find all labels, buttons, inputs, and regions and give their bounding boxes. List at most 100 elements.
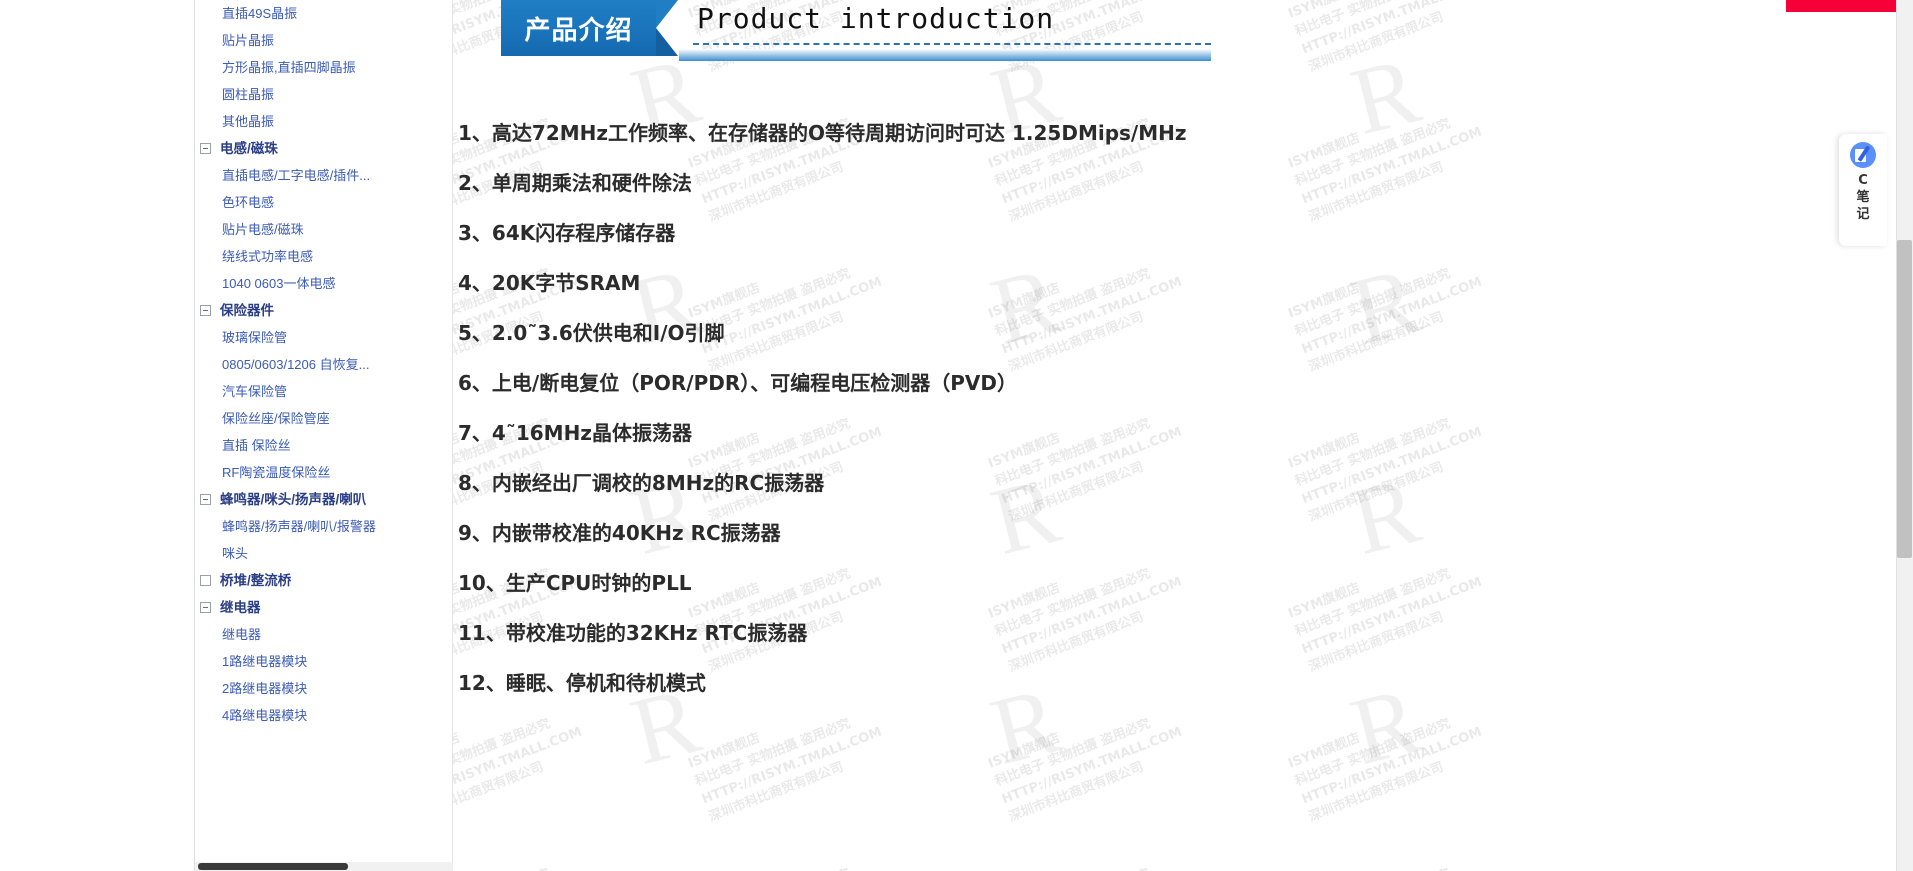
product-introduction-panel: ISYM旗舰店科比电子 实物拍摄 盗用必究HTTP://RISYM.TMALL.…: [453, 0, 1508, 871]
watermark-text: ISYM旗舰店科比电子 实物拍摄 盗用必究HTTP://RISYM.TMALL.…: [686, 838, 892, 871]
sidebar-item-8[interactable]: 贴片电感/磁珠: [195, 216, 452, 243]
collapse-toggle-icon[interactable]: [200, 602, 211, 613]
sidebar-item-label: 继电器: [222, 627, 262, 642]
sidebar-item-label: 桥堆/整流桥: [220, 573, 292, 588]
feature-item: 1、高达72MHz工作频率、在存储器的O等待周期访问时可达 1.25DMips/…: [458, 121, 1187, 145]
note-label-line1: C: [1858, 173, 1868, 188]
sidebar-item-label: 蜂鸣器/扬声器/喇叭/报警器: [222, 519, 376, 534]
sidebar-item-13[interactable]: 0805/0603/1206 自恢复...: [195, 351, 452, 378]
watermark-text: ISYM旗舰店科比电子 实物拍摄 盗用必究HTTP://RISYM.TMALL.…: [1286, 716, 1484, 825]
sidebar-item-14[interactable]: 汽车保险管: [195, 378, 452, 405]
sidebar-item-label: 1040 0603一体电感: [222, 276, 336, 291]
sidebar-item-label: 其他晶振: [222, 114, 275, 129]
sidebar-item-label: 保险器件: [220, 303, 274, 318]
sidebar-item-label: 直插 保险丝: [222, 438, 291, 453]
sidebar-item-12[interactable]: 玻璃保险管: [195, 324, 452, 351]
sidebar-item-26[interactable]: 4路继电器模块: [195, 702, 452, 729]
sidebar-hscroll-thumb[interactable]: [198, 863, 348, 870]
left-empty-area: [0, 0, 194, 871]
feature-item: 8、内嵌经出厂调校的8MHz的RC振荡器: [458, 471, 825, 495]
sidebar-group-18[interactable]: 蜂鸣器/咪头/扬声器/喇叭: [195, 486, 452, 513]
sidebar-item-label: 方形晶振,直插四脚晶振: [222, 60, 356, 75]
sidebar-item-1[interactable]: 贴片晶振: [195, 27, 452, 54]
watermark-text: ISYM旗舰店科比电子 实物拍摄 盗用必究HTTP://RISYM.TMALL.…: [453, 838, 592, 871]
sidebar-item-24[interactable]: 1路继电器模块: [195, 648, 452, 675]
sidebar-item-label: 保险丝座/保险管座: [222, 411, 330, 426]
sidebar-item-label: 色环电感: [222, 195, 275, 210]
sidebar-item-label: RF陶瓷温度保险丝: [222, 465, 331, 480]
collapse-toggle-icon[interactable]: [200, 305, 211, 316]
feature-item: 3、64K闪存程序储存器: [458, 221, 676, 245]
banner-title-cn: 产品介绍: [524, 15, 633, 46]
page-vertical-scrollbar[interactable]: [1896, 0, 1913, 871]
banner-gradient-bar: [679, 49, 1211, 61]
sidebar-item-9[interactable]: 绕线式功率电感: [195, 243, 452, 270]
sidebar-item-15[interactable]: 保险丝座/保险管座: [195, 405, 452, 432]
banner-dashed-rule: [693, 43, 1211, 45]
sidebar-horizontal-scrollbar[interactable]: [195, 862, 453, 871]
feature-list: 1、高达72MHz工作频率、在存储器的O等待周期访问时可达 1.25DMips/…: [453, 108, 1508, 708]
section-banner: 产品介绍 Product introduction: [501, 0, 1211, 66]
feature-item: 12、睡眠、停机和待机模式: [458, 671, 706, 695]
feature-item: 7、4˜16MHz晶体振荡器: [458, 421, 692, 445]
sidebar-item-label: 玻璃保险管: [222, 330, 288, 345]
sidebar-item-label: 绕线式功率电感: [222, 249, 314, 264]
sidebar-item-4[interactable]: 其他晶振: [195, 108, 452, 135]
right-empty-area: [1508, 0, 1913, 871]
note-label-line2: 笔: [1856, 190, 1870, 205]
feature-item: 4、20K字节SRAM: [458, 271, 641, 295]
top-red-accent-bar: [1786, 0, 1913, 12]
banner-blue-block: 产品介绍: [501, 0, 656, 56]
watermark-text: ISYM旗舰店科比电子 实物拍摄 盗用必究HTTP://RISYM.TMALL.…: [986, 716, 1184, 825]
feature-item: 9、内嵌带校准的40KHz RC振荡器: [458, 521, 781, 545]
note-label: C 笔 记: [1856, 172, 1869, 223]
feature-item: 2、单周期乘法和硬件除法: [458, 171, 692, 195]
sidebar-group-21[interactable]: 桥堆/整流桥: [195, 567, 452, 594]
sidebar-item-6[interactable]: 直插电感/工字电感/插件...: [195, 162, 452, 189]
watermark-text: ISYM旗舰店科比电子 实物拍摄 盗用必究HTTP://RISYM.TMALL.…: [453, 716, 584, 825]
feature-item: 6、上电/断电复位（POR/PDR）、可编程电压检测器（PVD）: [458, 371, 1017, 395]
sidebar-item-label: 电感/磁珠: [220, 141, 278, 156]
sidebar-item-label: 圆柱晶振: [222, 87, 275, 102]
watermark-text: ISYM旗舰店科比电子 实物拍摄 盗用必究HTTP://RISYM.TMALL.…: [1286, 838, 1492, 871]
note-label-line3: 记: [1856, 207, 1870, 222]
banner-arrow-shape: [656, 0, 678, 56]
expand-toggle-icon[interactable]: [200, 575, 211, 586]
sidebar-item-19[interactable]: 蜂鸣器/扬声器/喇叭/报警器: [195, 513, 452, 540]
page-root: 直插49S晶振 贴片晶振方形晶振,直插四脚晶振 圆柱晶振其他晶振电感/磁珠直插电感/…: [0, 0, 1913, 871]
sidebar-item-label: 4路继电器模块: [222, 708, 308, 723]
sidebar-item-3[interactable]: 圆柱晶振: [195, 81, 452, 108]
sidebar-item-label: 蜂鸣器/咪头/扬声器/喇叭: [220, 492, 367, 507]
sidebar-item-label: 汽车保险管: [222, 384, 288, 399]
sidebar-item-label: 直插49S晶振: [222, 6, 298, 21]
sidebar-item-16[interactable]: 直插 保险丝: [195, 432, 452, 459]
watermark-text: ISYM旗舰店科比电子 实物拍摄 盗用必究HTTP://RISYM.TMALL.…: [1286, 0, 1484, 75]
sidebar-item-label: 咪头: [222, 546, 249, 561]
sidebar-item-label: 继电器: [220, 600, 261, 615]
watermark-text: ISYM旗舰店科比电子 实物拍摄 盗用必究HTTP://RISYM.TMALL.…: [686, 716, 884, 825]
sidebar-item-17[interactable]: RF陶瓷温度保险丝: [195, 459, 452, 486]
sidebar-item-label: 0805/0603/1206 自恢复...: [222, 357, 370, 372]
note-floating-button[interactable]: C 笔 记: [1839, 134, 1887, 246]
banner-title-en: Product introduction: [697, 2, 1055, 35]
collapse-toggle-icon[interactable]: [200, 143, 211, 154]
page-scrollbar-thumb[interactable]: [1897, 240, 1912, 558]
sidebar-item-7[interactable]: 色环电感: [195, 189, 452, 216]
sidebar-group-11[interactable]: 保险器件: [195, 297, 452, 324]
sidebar-item-label: 2路继电器模块: [222, 681, 308, 696]
sidebar-item-label: 直插电感/工字电感/插件...: [222, 168, 371, 183]
sidebar-item-label: 贴片晶振: [222, 33, 275, 48]
feature-item: 5、2.0˜3.6伏供电和I/O引脚: [458, 321, 725, 345]
sidebar-item-23[interactable]: 继电器: [195, 621, 452, 648]
category-sidebar[interactable]: 直插49S晶振 贴片晶振方形晶振,直插四脚晶振 圆柱晶振其他晶振电感/磁珠直插电感/…: [195, 0, 453, 871]
note-pen-icon: [1850, 142, 1876, 168]
sidebar-group-22[interactable]: 继电器: [195, 594, 452, 621]
sidebar-item-25[interactable]: 2路继电器模块: [195, 675, 452, 702]
sidebar-item-2[interactable]: 方形晶振,直插四脚晶振: [195, 54, 452, 81]
sidebar-item-label: 贴片电感/磁珠: [222, 222, 304, 237]
sidebar-item-10[interactable]: 1040 0603一体电感: [195, 270, 452, 297]
sidebar-item-0[interactable]: 直插49S晶振: [195, 0, 452, 27]
sidebar-item-20[interactable]: 咪头: [195, 540, 452, 567]
collapse-toggle-icon[interactable]: [200, 494, 211, 505]
sidebar-group-5[interactable]: 电感/磁珠: [195, 135, 452, 162]
